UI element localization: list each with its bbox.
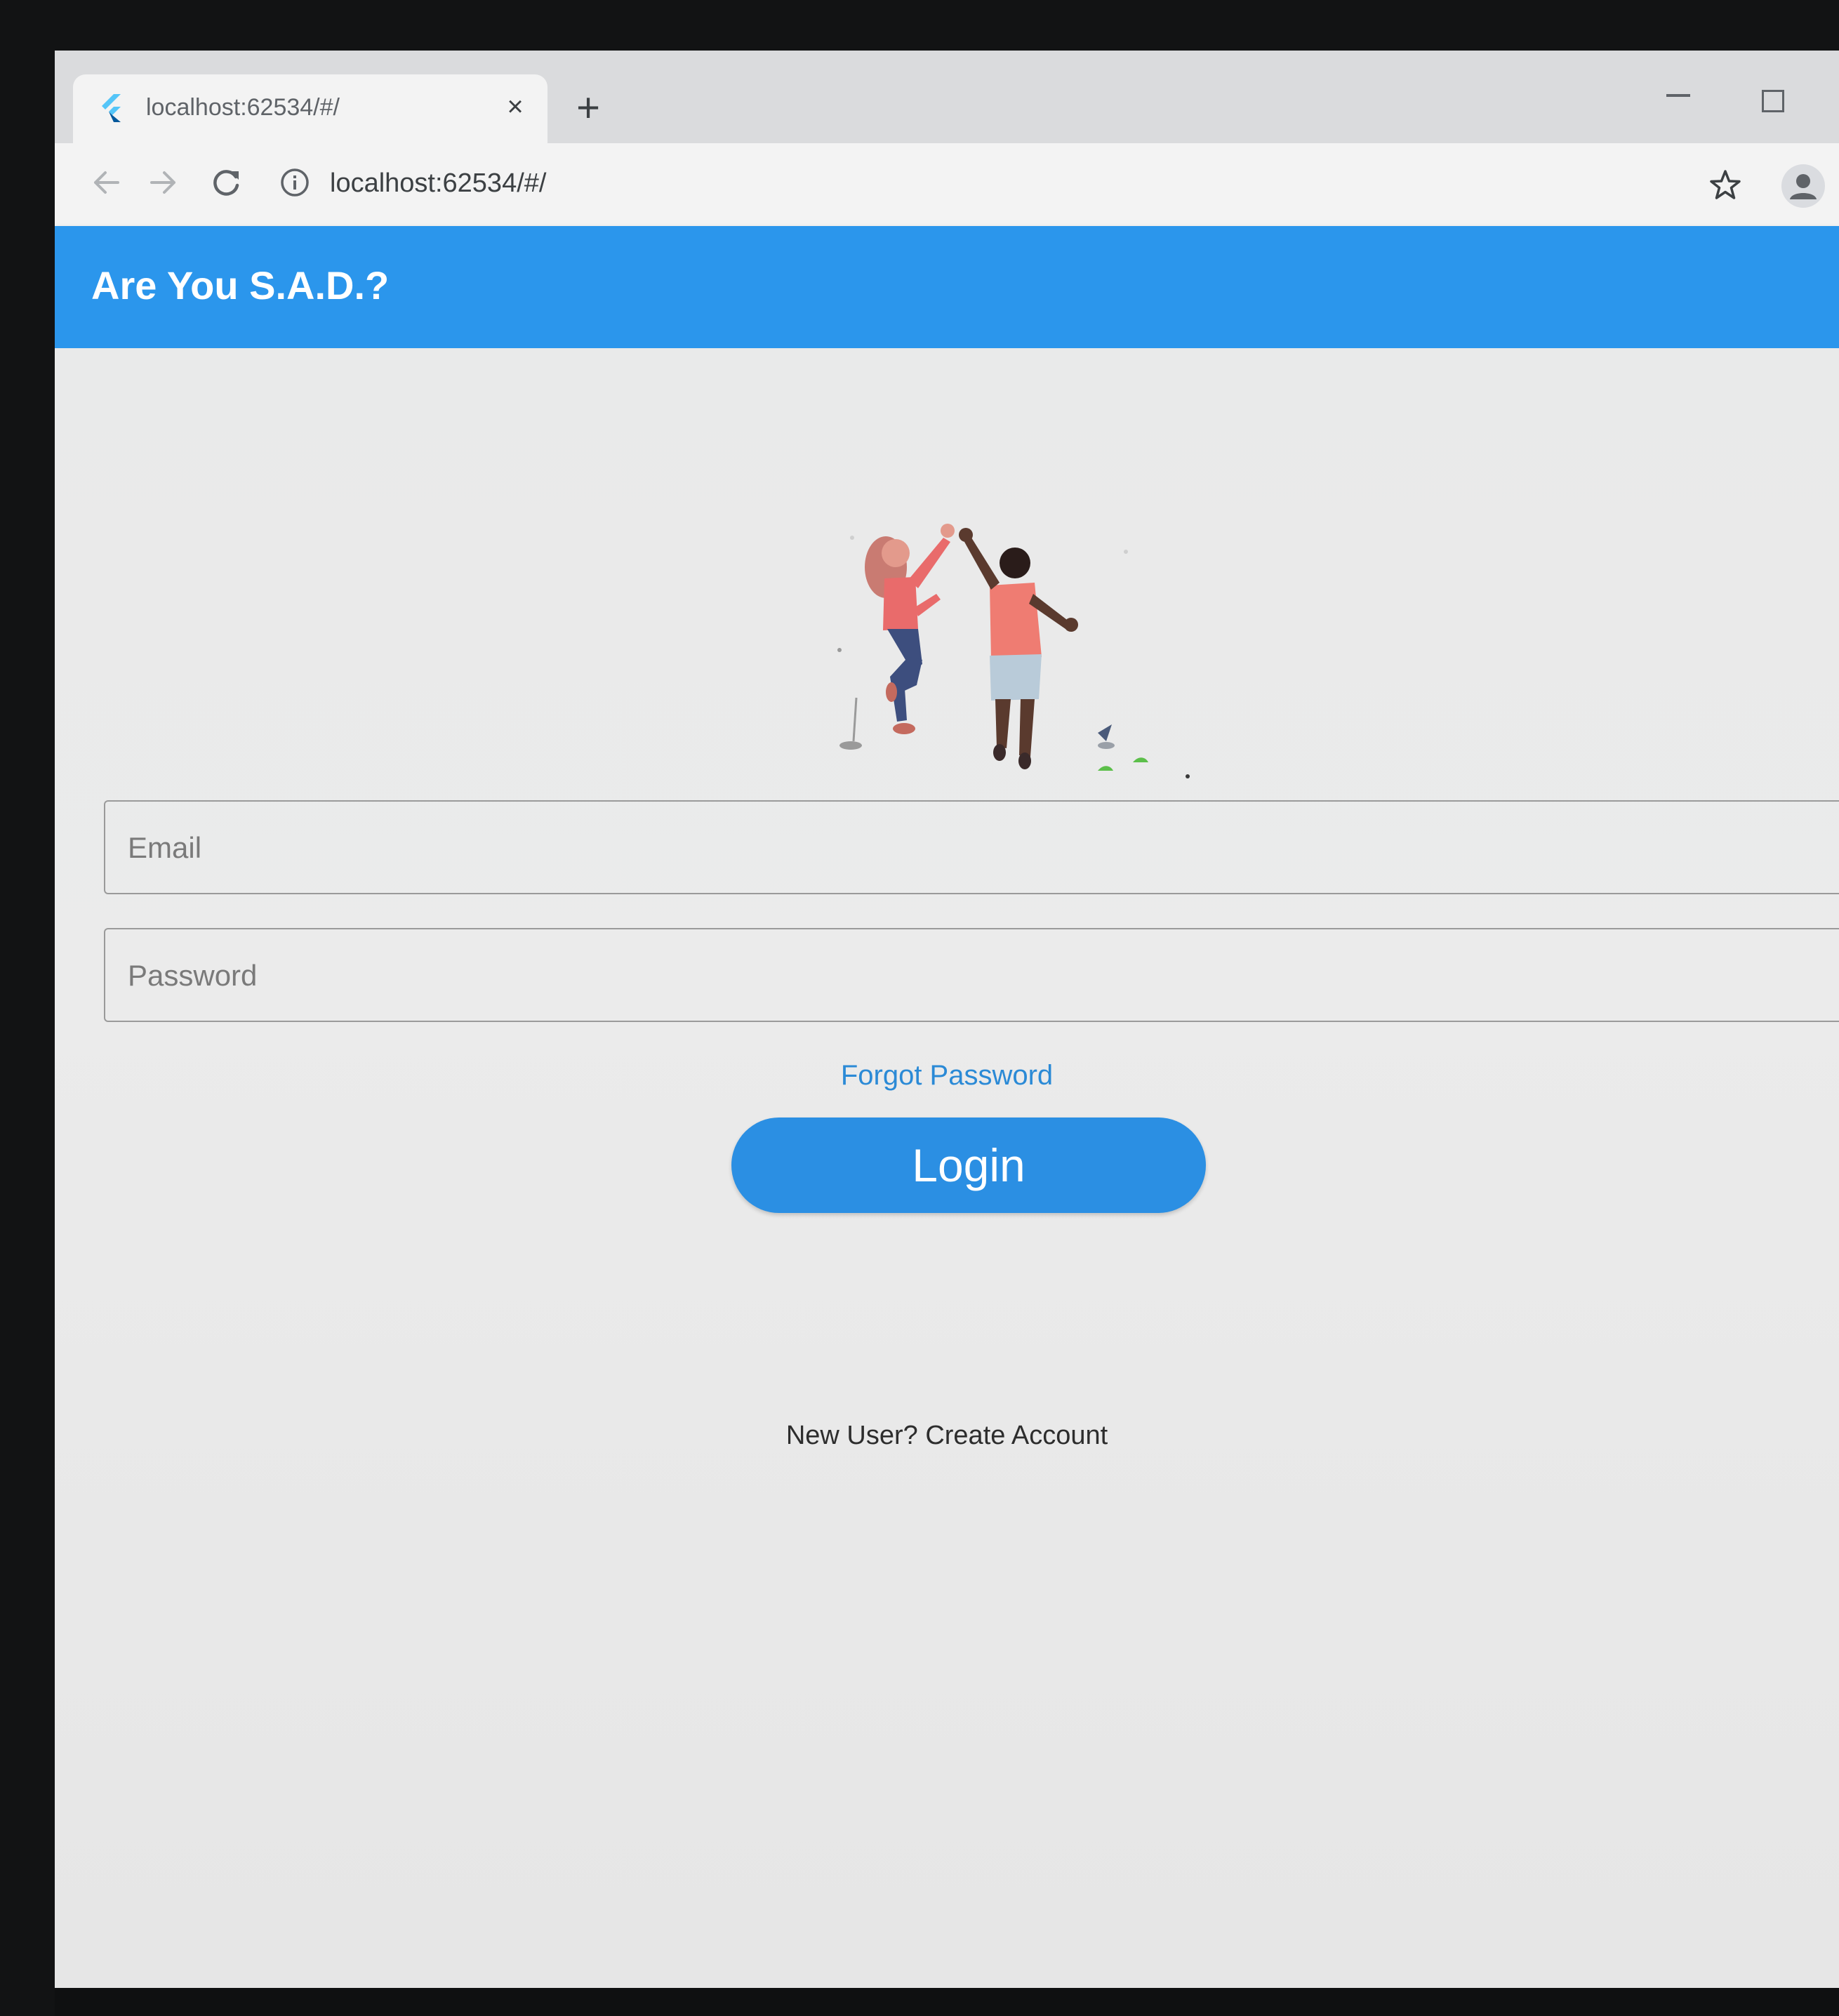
forward-arrow-icon[interactable]: [142, 161, 184, 204]
password-field[interactable]: Password: [104, 928, 1839, 1022]
address-bar-url[interactable]: localhost:62534/#/: [330, 168, 546, 199]
address-bar[interactable]: localhost:62534/#/: [272, 156, 1732, 209]
login-button[interactable]: Login: [731, 1118, 1206, 1213]
password-placeholder: Password: [128, 959, 258, 992]
browser-window: localhost:62534/#/ × + localhost:62534/#…: [55, 51, 1839, 1988]
tab-strip: localhost:62534/#/ × +: [55, 51, 1839, 143]
forgot-password-link[interactable]: Forgot Password: [55, 1060, 1839, 1092]
tab-close-button[interactable]: ×: [500, 91, 531, 122]
back-arrow-icon[interactable]: [86, 161, 128, 204]
flutter-logo-icon: [102, 94, 121, 122]
create-account-link[interactable]: New User? Create Account: [55, 1421, 1839, 1451]
monitor-bottom-edge: [55, 1988, 1839, 2016]
login-button-label: Login: [912, 1139, 1025, 1191]
reload-icon[interactable]: [205, 161, 247, 204]
tab-title: localhost:62534/#/: [146, 94, 340, 121]
browser-tab[interactable]: localhost:62534/#/ ×: [73, 74, 547, 143]
star-icon[interactable]: [1708, 168, 1742, 202]
app-bar: Are You S.A.D.?: [55, 226, 1839, 348]
new-tab-button[interactable]: +: [567, 87, 609, 129]
high-five-illustration: [837, 524, 1190, 778]
info-icon[interactable]: [279, 167, 310, 198]
page-title: Are You S.A.D.?: [91, 263, 390, 307]
maximize-button[interactable]: [1762, 90, 1784, 112]
email-placeholder: Email: [128, 831, 202, 864]
browser-toolbar: localhost:62534/#/: [55, 143, 1839, 226]
minimize-button[interactable]: [1666, 94, 1690, 97]
login-page: Email Password Forgot Password Login New…: [55, 348, 1839, 1988]
person-icon: [1790, 174, 1817, 199]
email-field[interactable]: Email: [104, 800, 1839, 894]
profile-icon[interactable]: [1781, 164, 1825, 208]
